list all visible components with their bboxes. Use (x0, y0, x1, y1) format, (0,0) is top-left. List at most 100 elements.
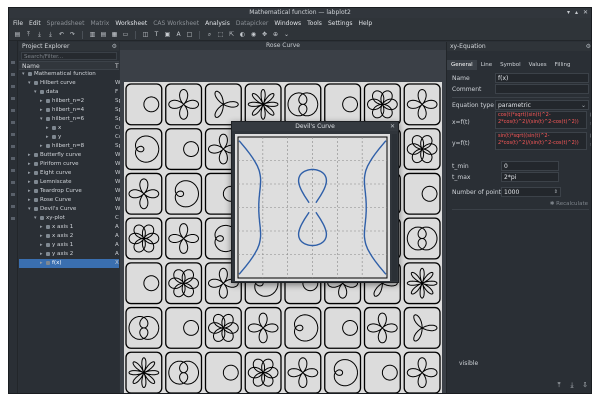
function-picker-icon[interactable]: ▤ (590, 133, 591, 139)
spin-arrows-icon[interactable]: ⇕ (554, 188, 558, 197)
tree-item[interactable]: ▸ hilbert_n=2 Sp (19, 97, 122, 106)
tree-item[interactable]: ▾ hilbert_n=6 Sp (19, 115, 122, 124)
crosshair-icon[interactable]: ◉ (250, 31, 257, 38)
explorer-search-input[interactable]: Search/Filter... (21, 52, 117, 60)
tab-filling[interactable]: Filling (551, 60, 575, 70)
expand-arrow-icon[interactable]: ▾ (40, 115, 43, 124)
redo-icon[interactable]: ↷ (69, 31, 76, 38)
tree-item[interactable]: ▸ y axis 2 A (19, 250, 119, 259)
tree-item[interactable]: ▸ hilbert_n=4 Sp (19, 106, 122, 115)
upload-icon[interactable]: ⤒ (25, 31, 32, 38)
tree-item[interactable]: ▾ Devil's Curve W (19, 205, 120, 214)
add-image-icon[interactable]: ▣ (164, 31, 171, 38)
collapse-arrow-icon[interactable]: ▸ (28, 178, 31, 187)
menu-item-worksheet[interactable]: Worksheet (115, 20, 147, 27)
expand-arrow-icon[interactable]: ▾ (28, 79, 31, 88)
import-icon[interactable]: ⤓ (36, 31, 43, 38)
dock-options-icon[interactable]: ⚙ (586, 42, 591, 51)
save-template-icon[interactable]: ⤓ (568, 381, 576, 389)
collapse-arrow-icon[interactable]: ▸ (40, 259, 43, 268)
expand-arrow-icon[interactable]: ▾ (34, 88, 37, 97)
tree-item[interactable]: ▸ Teardrop Curve W (19, 187, 120, 196)
undo-icon[interactable]: ↶ (58, 31, 65, 38)
curve-dropdown-icon[interactable]: ⌄ (283, 31, 290, 38)
move-icon[interactable]: ✥ (261, 31, 268, 38)
maximize-icon[interactable]: ▴ (575, 8, 578, 18)
tree-item[interactable]: ▾ Hilbert curve W (19, 79, 120, 88)
magnify-icon[interactable]: ⊕ (272, 31, 279, 38)
tree-item[interactable]: ▸ Rose Curve W (19, 196, 120, 205)
tree-item[interactable]: ▸ y axis 1 A (19, 241, 119, 250)
tab-line[interactable]: Line (477, 60, 496, 70)
devils-curve-plot[interactable] (235, 134, 390, 281)
save-icon[interactable]: ⤓ (47, 31, 54, 38)
menu-item-file[interactable]: File (13, 20, 23, 27)
tree-item[interactable]: ▸ x Co (19, 124, 122, 133)
expand-arrow-icon[interactable]: ▾ (34, 214, 37, 223)
new-project-icon[interactable]: ▤ (14, 31, 21, 38)
tree-item[interactable]: ▸ Lemniscate W (19, 178, 120, 187)
minimize-icon[interactable]: ▾ (567, 8, 570, 18)
tree-item[interactable]: ▾ Mathematical function (19, 70, 119, 79)
add-label-icon[interactable]: A (175, 31, 182, 38)
visible-label[interactable]: visible (459, 360, 478, 367)
menu-item-windows[interactable]: Windows (274, 20, 301, 27)
cursor-icon[interactable]: ⇱ (228, 31, 235, 38)
close-icon[interactable]: ✕ (583, 8, 588, 18)
devils-curve-title-bar[interactable]: Devil's Curve ✕ (232, 122, 398, 131)
pointer-icon[interactable]: ◐ (239, 31, 246, 38)
add-box-icon[interactable]: □ (186, 31, 193, 38)
collapse-arrow-icon[interactable]: ▸ (46, 124, 49, 133)
tmax-field[interactable]: 2*pi (501, 172, 559, 182)
number-of-points-spinbox[interactable]: 1000 ⇕ (501, 187, 561, 197)
expand-arrow-icon[interactable]: ▾ (22, 70, 25, 79)
collapse-arrow-icon[interactable]: ▸ (40, 241, 43, 250)
collapse-arrow-icon[interactable]: ▸ (46, 133, 49, 142)
tree-item[interactable]: ▸ Piriform curve W (19, 160, 120, 169)
menu-item-settings[interactable]: Settings (328, 20, 353, 27)
collapse-arrow-icon[interactable]: ▸ (40, 250, 43, 259)
name-field[interactable]: f(x) (495, 73, 589, 83)
collapse-arrow-icon[interactable]: ▸ (28, 196, 31, 205)
menu-item-edit[interactable]: Edit (29, 20, 41, 27)
tree-item[interactable]: ▸ x axis 1 A (19, 223, 119, 232)
collapse-arrow-icon[interactable]: ▸ (28, 187, 31, 196)
recalculate-button[interactable]: ✱ Recalculate (550, 201, 588, 207)
menu-item-analysis[interactable]: Analysis (205, 20, 230, 27)
tree-item[interactable]: ▸ Eight curve W (19, 169, 120, 178)
panel-float-icon[interactable]: ⚙ (112, 42, 117, 51)
comment-field[interactable] (495, 84, 589, 94)
tmin-field[interactable]: 0 (501, 161, 559, 171)
y-expression-field[interactable]: sin(t)*sqrt((sin(t)^2-2*cos(t)^2)/(sin(t… (495, 132, 587, 150)
function-picker-icon[interactable]: ▤ (590, 112, 591, 118)
add-plot-icon[interactable]: ◫ (142, 31, 149, 38)
constants-picker-icon[interactable]: ≡ (590, 121, 591, 127)
add-text-icon[interactable]: T (153, 31, 160, 38)
tree-item[interactable]: ▸ f(x) X (19, 259, 119, 268)
menu-item-tools[interactable]: Tools (307, 20, 322, 27)
constants-picker-icon[interactable]: ≡ (590, 142, 591, 148)
export-template-icon[interactable]: ⇩ (581, 381, 589, 389)
collapse-arrow-icon[interactable]: ▸ (40, 142, 43, 151)
tree-item[interactable]: ▸ y Co (19, 133, 122, 142)
collapse-arrow-icon[interactable]: ▸ (40, 106, 43, 115)
collapse-arrow-icon[interactable]: ▸ (28, 151, 31, 160)
collapse-arrow-icon[interactable]: ▸ (40, 232, 43, 241)
equation-type-select[interactable]: parametric ⌄ (495, 100, 589, 110)
layout-horizontal-icon[interactable]: ▤ (100, 31, 107, 38)
devils-curve-window[interactable]: Devil's Curve ✕ (231, 121, 399, 283)
zoom-icon[interactable]: ⌕ (206, 31, 213, 38)
menu-item-help[interactable]: Help (359, 20, 373, 27)
tree-item[interactable]: ▸ hilbert_n=8 Sp (19, 142, 122, 151)
load-template-icon[interactable]: ⤒ (555, 381, 563, 389)
layout-vertical-icon[interactable]: ▥ (89, 31, 96, 38)
column-name-header[interactable]: Name (22, 63, 40, 70)
rose-curve-window-title[interactable]: Rose Curve (120, 42, 446, 50)
tab-symbol[interactable]: Symbol (496, 60, 525, 70)
collapse-arrow-icon[interactable]: ▸ (28, 160, 31, 169)
tab-values[interactable]: Values (525, 60, 551, 70)
layout-break-icon[interactable]: ▭ (122, 31, 129, 38)
close-window-icon[interactable]: ✕ (390, 122, 395, 131)
collapse-arrow-icon[interactable]: ▸ (40, 223, 43, 232)
collapse-arrow-icon[interactable]: ▸ (28, 169, 31, 178)
